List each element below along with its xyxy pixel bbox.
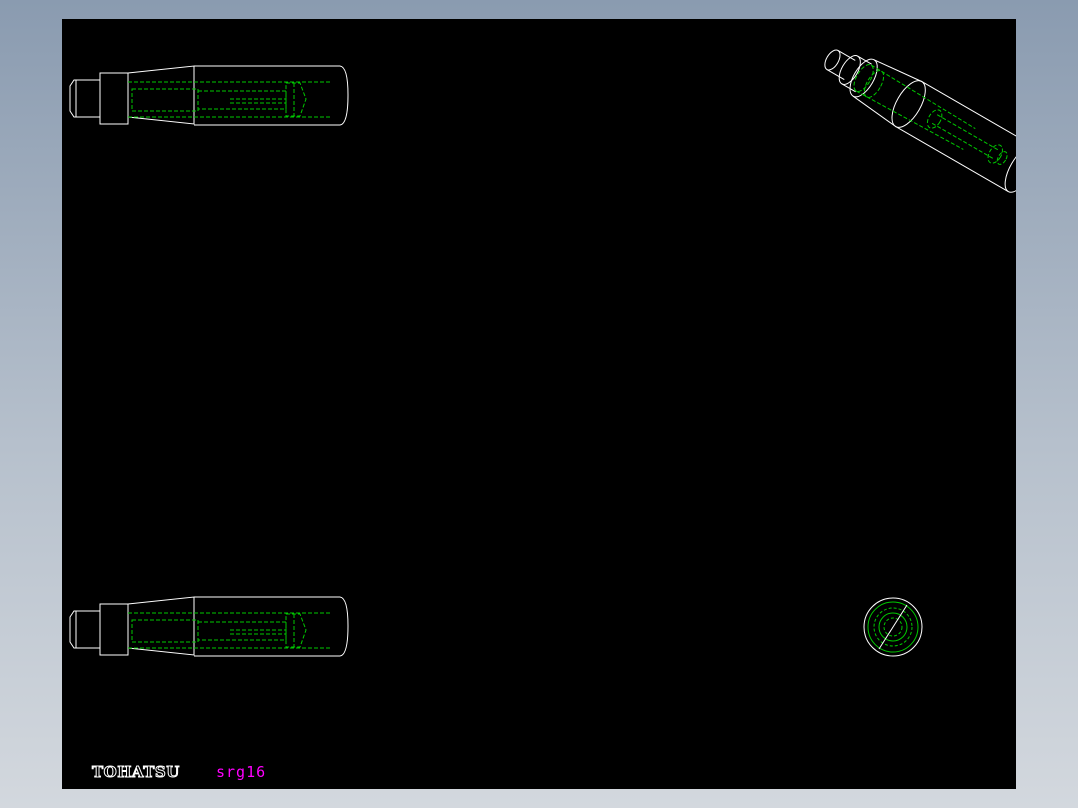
drawing-id-label: srg16	[216, 763, 267, 781]
handle-isometric-view[interactable]	[814, 34, 1016, 197]
cad-drawing-canvas[interactable]: TOHATSU srg16	[62, 19, 1016, 789]
handle-side-view-top[interactable]	[69, 65, 349, 126]
drawing-sheet	[69, 34, 1016, 657]
handle-end-view[interactable]	[863, 597, 923, 657]
brand-label: TOHATSU	[92, 763, 180, 782]
handle-side-view-bottom[interactable]	[69, 596, 349, 657]
